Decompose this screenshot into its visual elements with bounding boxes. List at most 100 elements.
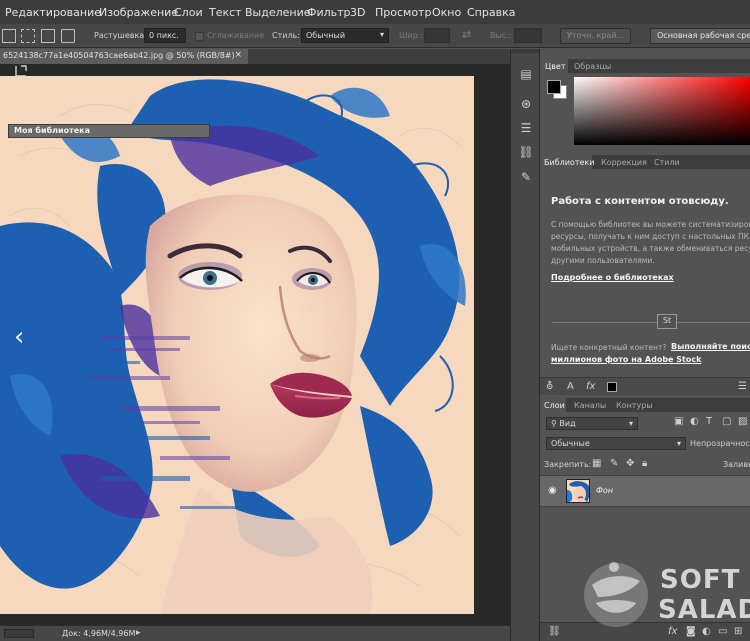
dock-grip[interactable] (511, 49, 539, 53)
menu-help[interactable]: Справка (467, 6, 515, 19)
stock-prompt: Ищете конкретный контент? (551, 343, 667, 352)
libraries-title: Работа с контентом отовсюду. (551, 196, 729, 207)
swap-icon[interactable]: ⇄ (462, 28, 471, 41)
layers-panel-tabs: Слои Каналы Контуры (540, 398, 750, 412)
layer-thumbnail (566, 479, 590, 503)
visibility-eye-icon[interactable]: ◉ (548, 485, 557, 496)
stock-photos-link[interactable]: миллионов фото на Adobe Stock (551, 355, 701, 364)
blend-mode-value: Обычные (551, 439, 590, 448)
document-tab[interactable]: 6524138c77a1e40504763cae6ab42.jpg @ 50% … (0, 49, 248, 64)
panel-menu-icon[interactable]: ☰ (738, 381, 747, 392)
feather-label: Растушевка: (94, 31, 147, 40)
zoom-field[interactable] (4, 629, 34, 638)
style-select[interactable]: Обычный ▾ (301, 28, 389, 43)
chevron-down-icon: ▾ (676, 439, 681, 448)
document-size: Док: 4,96M/4,96M (62, 629, 136, 638)
previous-image-icon[interactable]: ‹ (14, 322, 24, 352)
watermark-line-2: SALAD (658, 595, 750, 625)
status-bar: Док: 4,96M/4,96M ▸ (0, 625, 510, 641)
filter-adjustment-icon[interactable]: ◐ (690, 416, 699, 427)
close-tab-icon[interactable]: × (234, 50, 242, 60)
style-select-value: Обычный (306, 31, 346, 40)
lock-pixels-icon[interactable]: ✎ (610, 458, 618, 469)
width-label: Шир.: (399, 31, 424, 40)
menu-window[interactable]: Окно (432, 6, 461, 19)
chevron-down-icon: ▾ (379, 30, 384, 39)
menu-type[interactable]: Текст (209, 6, 242, 19)
add-content-icon[interactable]: ⛢ (546, 381, 553, 392)
menu-layers[interactable]: Слои (174, 6, 203, 19)
feather-input[interactable]: 0 пикс. (144, 28, 186, 43)
library-dropdown-value: Моя библиотека (14, 126, 91, 135)
softsalad-watermark: SOFT SALAD (578, 555, 750, 630)
menu-filter[interactable]: Фильтр (307, 6, 351, 19)
filter-pixel-icon[interactable]: ▣ (674, 416, 683, 427)
history-icon[interactable]: ▤ (518, 67, 534, 83)
refine-edge-button[interactable]: Уточн. край... (560, 28, 632, 44)
tab-paths[interactable]: Контуры (616, 401, 653, 410)
libraries-description-line: ресурсы, получать к ним доступ с настоль… (551, 232, 750, 241)
menu-select[interactable]: Выделение (245, 6, 311, 19)
layer-filter-select[interactable]: ⚲ Вид ▾ (546, 417, 638, 430)
color-spectrum[interactable] (574, 77, 750, 145)
intersect-selection-icon[interactable] (61, 29, 75, 43)
learn-more-link[interactable]: Подробнее о библиотеках (551, 273, 674, 282)
tab-swatches[interactable]: Образцы (574, 62, 611, 71)
lock-position-icon[interactable]: ✥ (626, 458, 634, 469)
antialias-label: Сглаживание (207, 31, 265, 40)
menu-bar: Редактирование Изображение Слои Текст Вы… (0, 0, 750, 24)
antialias-checkbox[interactable] (195, 32, 204, 41)
search-icon: ⚲ (551, 419, 557, 428)
paths-icon[interactable]: ⛓ (518, 145, 534, 161)
adobe-stock-badge: St (657, 314, 677, 329)
add-character-style-icon[interactable]: A (567, 381, 574, 392)
new-selection-icon[interactable] (2, 29, 16, 43)
foreground-color-swatch[interactable] (547, 80, 561, 94)
width-input[interactable] (424, 28, 450, 43)
properties-icon[interactable]: ☰ (518, 121, 534, 137)
artwork-image (0, 76, 474, 614)
menu-3d[interactable]: 3D (350, 6, 365, 19)
library-dropdown[interactable]: Моя библиотека (8, 124, 210, 138)
actions-icon[interactable]: ⊛ (518, 97, 534, 113)
tab-channels[interactable]: Каналы (574, 401, 606, 410)
height-label: Выс.: (490, 31, 512, 40)
height-input[interactable] (514, 28, 542, 43)
libraries-description-line: мобильных устройств, а также обмениватьс… (551, 244, 750, 253)
brush-presets-icon[interactable]: ✎ (518, 170, 534, 186)
tab-layers[interactable]: Слои (544, 401, 565, 410)
link-layers-icon[interactable]: ⛓ (548, 626, 561, 637)
document-tab-title: 6524138c77a1e40504763cae6ab42.jpg @ 50% … (3, 51, 235, 60)
fill-label: Заливка (723, 460, 750, 469)
stock-search-link[interactable]: Выполняйте поис (671, 342, 750, 351)
menu-edit[interactable]: Редактирование (5, 6, 101, 19)
tab-strip (248, 49, 510, 64)
libraries-toolbar: ⛢ A fx ☰ (540, 377, 750, 395)
tab-color[interactable]: Цвет (545, 62, 566, 71)
libraries-description-line: С помощью библиотек вы можете систематиз… (551, 220, 750, 229)
subtract-selection-icon[interactable] (41, 29, 55, 43)
panel-dock: ▤ ⊛ ☰ ⛓ ✎ (510, 49, 540, 641)
layer-row[interactable]: ◉ Фон (540, 475, 750, 507)
opacity-label: Непрозрачность (690, 439, 750, 448)
filter-shape-icon[interactable]: ▢ (722, 416, 731, 427)
lock-all-icon[interactable]: 🔒︎ (642, 458, 647, 469)
menu-view[interactable]: Просмотр (375, 6, 431, 19)
layer-filter-value: Вид (559, 419, 576, 428)
lock-transparency-icon[interactable]: ▦ (592, 458, 601, 469)
filter-type-icon[interactable]: T (706, 416, 712, 427)
options-bar: Растушевка: 0 пикс. Сглаживание Стиль: О… (0, 24, 750, 48)
filter-smart-object-icon[interactable]: ▨ (738, 416, 747, 427)
color-panel-tabs: Цвет Образцы (540, 59, 750, 73)
layer-name[interactable]: Фон (596, 486, 613, 495)
add-color-icon[interactable] (607, 382, 617, 392)
add-to-selection-icon[interactable] (21, 29, 35, 43)
libraries-description-line: другими пользователями. (551, 256, 655, 265)
menu-image[interactable]: Изображение (99, 6, 178, 19)
divider (677, 322, 750, 323)
blend-mode-select[interactable]: Обычные ▾ (546, 437, 686, 450)
status-menu-icon[interactable]: ▸ (136, 628, 141, 638)
add-layer-style-icon[interactable]: fx (586, 381, 595, 392)
workspace-button[interactable]: Основная рабочая среда (650, 28, 750, 44)
watermark-line-1: SOFT (660, 565, 741, 595)
